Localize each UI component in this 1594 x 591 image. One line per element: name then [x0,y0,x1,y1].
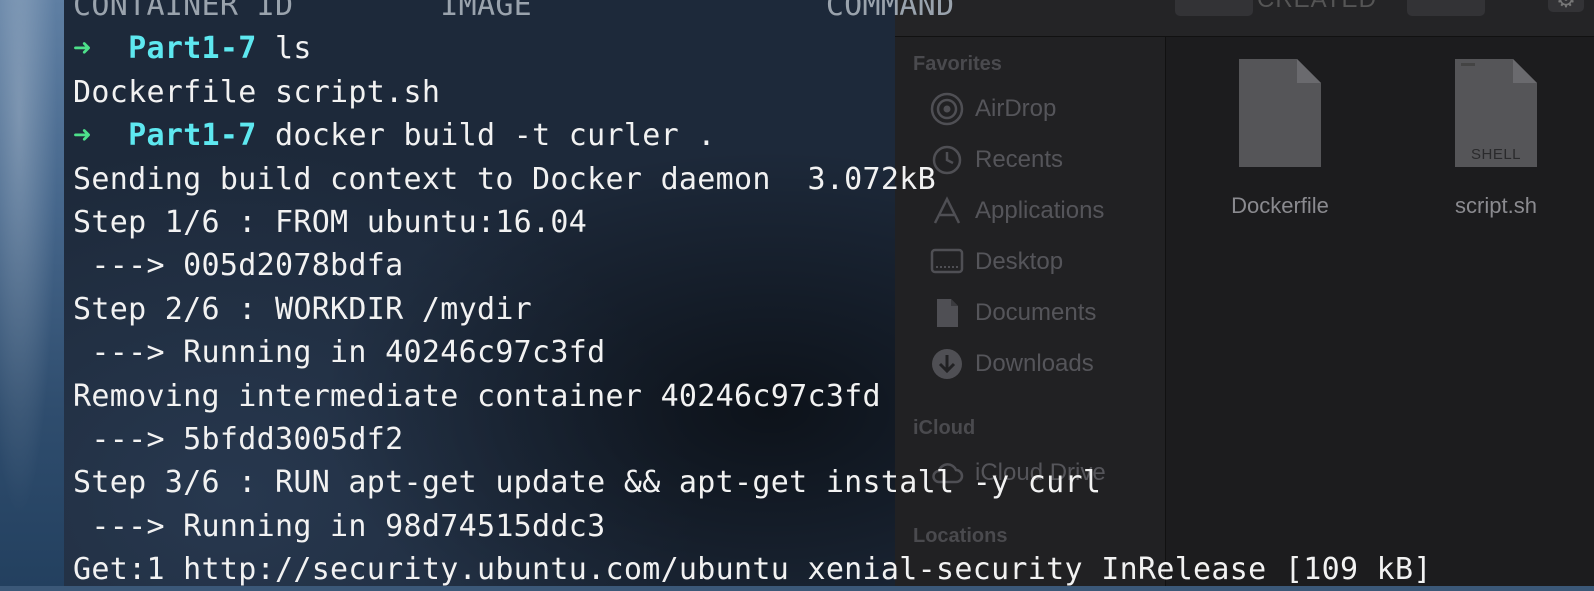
output-line: ---> Running in 98d74515ddc3 [73,508,606,544]
output-line: Get:1 http://security.ubuntu.com/ubuntu … [73,552,1432,588]
output-line: Dockerfile script.sh [73,74,441,110]
prompt-line: ➜ Part1-7 ls [73,27,1432,70]
command-text: docker build -t curler . [275,118,716,154]
output-line: Removing intermediate container 40246c97… [73,378,881,414]
output-line: ---> 5bfdd3005df2 [73,421,404,457]
output-line: Step 1/6 : FROM ubuntu:16.04 [73,204,588,240]
command-text: ls [275,31,312,67]
prompt-directory: Part1-7 [128,118,257,154]
prompt-arrow-icon: ➜ [73,118,92,154]
table-header-fragment: CONTAINER ID IMAGE COMMAND [73,0,955,23]
prompt-directory: Part1-7 [128,31,257,67]
prompt-arrow-icon: ➜ [73,31,92,67]
output-line: Sending build context to Docker daemon 3… [73,161,936,197]
terminal-window[interactable]: CONTAINER ID IMAGE COMMAND ➜ Part1-7 ls … [64,0,1594,587]
prompt-line: ➜ Part1-7 docker build -t curler . [73,114,1432,157]
desktop-wallpaper [0,0,64,586]
terminal-output[interactable]: CONTAINER ID IMAGE COMMAND ➜ Part1-7 ls … [73,0,1432,591]
output-line: ---> 005d2078bdfa [73,248,404,284]
output-line: Step 3/6 : RUN apt-get update && apt-get… [73,465,1102,501]
output-line: Step 2/6 : WORKDIR /mydir [73,291,533,327]
output-line: ---> Running in 40246c97c3fd [73,335,606,371]
